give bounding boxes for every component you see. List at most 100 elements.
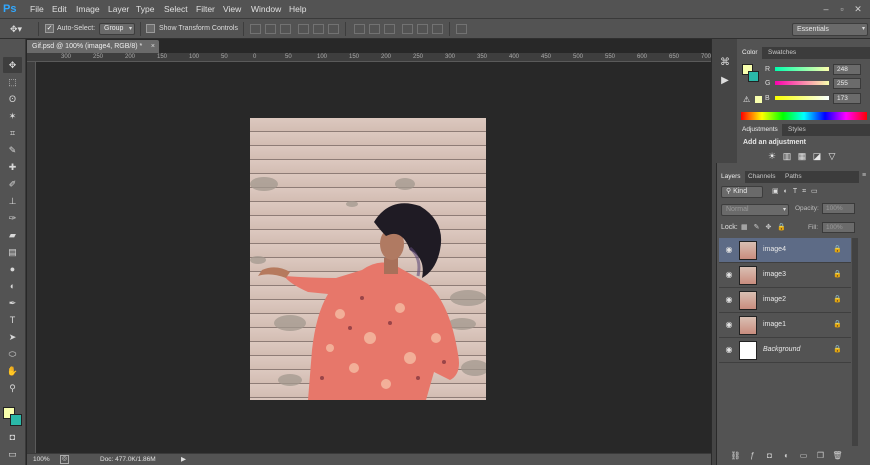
tab-styles[interactable]: Styles xyxy=(784,124,810,136)
delete-layer-icon[interactable]: 🗑 xyxy=(832,451,843,461)
menu-help[interactable]: Help xyxy=(289,3,306,16)
menu-layer[interactable]: Layer xyxy=(108,3,129,16)
tab-swatches[interactable]: Swatches xyxy=(764,47,800,59)
distribute-hcenter-icon[interactable] xyxy=(417,24,428,34)
show-transform-checkbox[interactable] xyxy=(146,24,155,33)
layer-row[interactable]: ◉ image2 🔒 xyxy=(719,288,851,313)
distribute-right-icon[interactable] xyxy=(432,24,443,34)
menu-image[interactable]: Image xyxy=(76,3,100,16)
gradient-map-icon[interactable]: ▽ xyxy=(827,151,837,161)
visibility-eye-icon[interactable]: ◉ xyxy=(724,320,734,330)
history-brush-tool-icon[interactable]: ✑ xyxy=(3,210,22,226)
menu-window[interactable]: Window xyxy=(251,3,281,16)
minimize-icon[interactable]: – xyxy=(820,3,832,15)
blend-mode-dropdown[interactable]: Normal ▾ xyxy=(721,204,789,216)
zoom-level[interactable]: 100% xyxy=(33,455,50,465)
layer-row[interactable]: ◉ image3 🔒 xyxy=(719,263,851,288)
distribute-bottom-icon[interactable] xyxy=(384,24,395,34)
hand-tool-icon[interactable]: ✋ xyxy=(3,363,22,379)
visibility-eye-icon[interactable]: ◉ xyxy=(724,295,734,305)
path-selection-tool-icon[interactable]: ➤ xyxy=(3,329,22,345)
distribute-left-icon[interactable] xyxy=(402,24,413,34)
zoom-tool-icon[interactable]: ⚲ xyxy=(3,380,22,396)
close-tab-icon[interactable]: × xyxy=(151,40,155,53)
visibility-eye-icon[interactable]: ◉ xyxy=(724,345,734,355)
new-group-icon[interactable]: ▭ xyxy=(798,451,809,461)
tab-layers[interactable]: Layers xyxy=(717,171,745,183)
adjustment-layer-icon[interactable]: ◐ xyxy=(781,451,792,461)
color-spectrum-bar[interactable] xyxy=(741,112,867,120)
layer-row[interactable]: ◉ image1 🔒 xyxy=(719,313,851,338)
align-vcenter-icon[interactable] xyxy=(265,24,276,34)
brush-tool-icon[interactable]: ✐ xyxy=(3,176,22,192)
quick-mask-icon[interactable]: ◘ xyxy=(3,429,22,445)
layer-row[interactable]: ◉ Background 🔒 xyxy=(719,338,851,363)
link-layers-icon[interactable]: ⛓ xyxy=(730,451,741,461)
move-tool-icon[interactable]: ✥ xyxy=(3,57,22,73)
distribute-top-icon[interactable] xyxy=(354,24,365,34)
menu-edit[interactable]: Edit xyxy=(52,3,67,16)
type-tool-icon[interactable]: T xyxy=(3,312,22,328)
distribute-vcenter-icon[interactable] xyxy=(369,24,380,34)
curves-icon[interactable]: ▦ xyxy=(797,151,807,161)
green-value-input[interactable]: 255 xyxy=(833,78,861,89)
canvas-image[interactable] xyxy=(250,118,486,400)
ellipse-tool-icon[interactable]: ⬭ xyxy=(3,346,22,362)
layer-filter-icons[interactable]: ▣◐T⌗▭ xyxy=(772,187,852,197)
new-layer-icon[interactable]: ❐ xyxy=(815,451,826,461)
layer-style-icon[interactable]: ƒ xyxy=(747,451,758,461)
gamut-warning-icon[interactable]: ⚠ xyxy=(743,95,752,104)
pen-tool-icon[interactable]: ✒ xyxy=(3,295,22,311)
background-color-swatch[interactable] xyxy=(10,414,22,426)
tab-adjustments[interactable]: Adjustments xyxy=(738,124,782,136)
tab-paths[interactable]: Paths xyxy=(781,171,806,183)
align-bottom-icon[interactable] xyxy=(280,24,291,34)
blur-tool-icon[interactable]: ● xyxy=(3,261,22,277)
crop-tool-icon[interactable]: ⌗ xyxy=(3,125,22,141)
filter-kind-dropdown[interactable]: ⚲ Kind xyxy=(721,186,763,198)
align-top-icon[interactable] xyxy=(250,24,261,34)
menu-filter[interactable]: Filter xyxy=(196,3,215,16)
gradient-tool-icon[interactable]: ▤ xyxy=(3,244,22,260)
proof-icon[interactable]: ◎ xyxy=(60,455,69,464)
layer-row[interactable]: ◉ image4 🔒 xyxy=(719,238,851,263)
gamut-swatch[interactable] xyxy=(755,96,762,103)
marquee-tool-icon[interactable]: ⬚ xyxy=(3,74,22,90)
visibility-eye-icon[interactable]: ◉ xyxy=(724,245,734,255)
history-panel-icon[interactable]: ⌘ xyxy=(718,57,732,71)
clone-stamp-tool-icon[interactable]: ⊥ xyxy=(3,193,22,209)
close-icon[interactable]: ✕ xyxy=(852,3,864,15)
align-right-icon[interactable] xyxy=(328,24,339,34)
color-panel-background-swatch[interactable] xyxy=(748,71,759,82)
fill-input[interactable]: 100% xyxy=(822,222,855,233)
dodge-tool-icon[interactable]: ◐ xyxy=(3,278,22,294)
red-value-input[interactable]: 248 xyxy=(833,64,861,75)
levels-icon[interactable]: ▥ xyxy=(782,151,792,161)
lasso-tool-icon[interactable]: ʘ xyxy=(3,91,22,107)
brightness-contrast-icon[interactable]: ☀ xyxy=(767,151,777,161)
panel-menu-icon[interactable]: ≡ xyxy=(862,172,870,182)
document-tab[interactable]: Gif.psd @ 100% (image4, RGB/8) * × xyxy=(27,40,159,53)
tab-channels[interactable]: Channels xyxy=(744,171,779,183)
workspace-dropdown[interactable]: Essentials ▾ xyxy=(792,23,868,36)
tab-color[interactable]: Color xyxy=(738,47,762,59)
blue-slider[interactable] xyxy=(775,96,829,100)
exposure-icon[interactable]: ◪ xyxy=(812,151,822,161)
visibility-eye-icon[interactable]: ◉ xyxy=(724,270,734,280)
status-menu-arrow-icon[interactable]: ▶ xyxy=(181,455,186,465)
align-hcenter-icon[interactable] xyxy=(313,24,324,34)
red-slider[interactable] xyxy=(775,67,829,71)
blue-value-input[interactable]: 173 xyxy=(833,93,861,104)
actions-panel-icon[interactable]: ▶ xyxy=(718,75,732,89)
lock-options-icons[interactable]: ▦✎✥🔒 xyxy=(741,223,797,233)
eraser-tool-icon[interactable]: ▰ xyxy=(3,227,22,243)
move-tool-preset-icon[interactable]: ✥▾ xyxy=(10,22,32,36)
screen-mode-icon[interactable]: ▭ xyxy=(3,446,22,462)
auto-select-dropdown[interactable]: Group ▾ xyxy=(99,23,135,35)
opacity-input[interactable]: 100% xyxy=(822,203,855,214)
align-left-icon[interactable] xyxy=(298,24,309,34)
healing-brush-tool-icon[interactable]: ✚ xyxy=(3,159,22,175)
auto-select-checkbox[interactable]: ✓ xyxy=(45,24,54,33)
add-mask-icon[interactable]: ◘ xyxy=(764,451,775,461)
layers-scrollbar[interactable] xyxy=(852,238,858,446)
